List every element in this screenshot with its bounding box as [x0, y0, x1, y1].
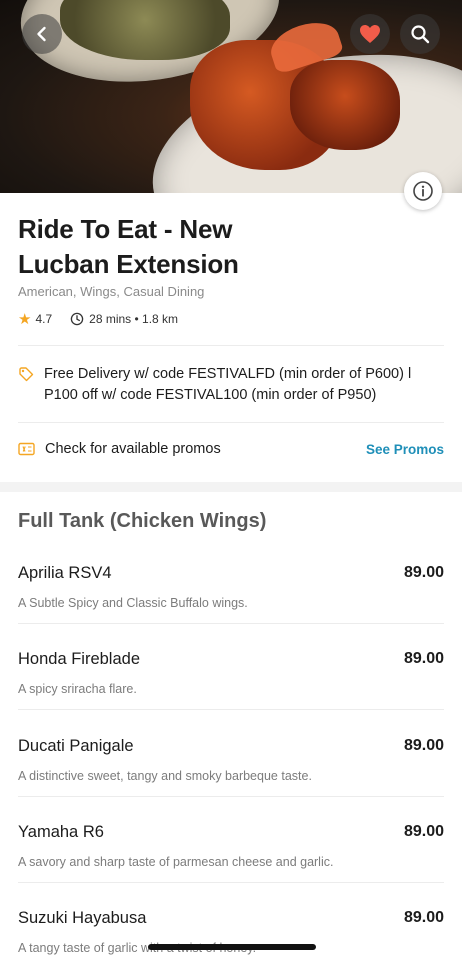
- menu-item-description: A spicy sriracha flare.: [18, 682, 137, 696]
- divider: [18, 882, 444, 883]
- restaurant-hero-image: [0, 0, 462, 193]
- menu-item-price: 89.00: [403, 564, 444, 581]
- search-icon: [411, 25, 430, 44]
- chevron-left-icon: [37, 26, 46, 42]
- menu-item[interactable]: Yamaha R6 89.00 A savory and sharp taste…: [18, 823, 444, 909]
- menu-item-name: Honda Fireblade: [18, 650, 140, 668]
- tag-icon: [19, 367, 34, 382]
- restaurant-name-line: Ride To Eat - New: [18, 214, 233, 244]
- clock-icon: [70, 312, 84, 326]
- heart-icon: [360, 25, 380, 43]
- divider: [18, 422, 444, 423]
- home-indicator[interactable]: [148, 944, 316, 950]
- menu-item-name: Aprilia RSV4: [18, 564, 112, 582]
- eta-distance: 28 mins • 1.8 km: [89, 312, 179, 326]
- info-icon: [413, 181, 433, 201]
- promo-offer-text: Free Delivery w/ code FESTIVALFD (min or…: [44, 364, 439, 406]
- rating-value: 4.7: [35, 312, 53, 326]
- search-button[interactable]: [400, 14, 440, 54]
- menu-item[interactable]: Honda Fireblade 89.00 A spicy sriracha f…: [18, 650, 444, 736]
- food-shape: [290, 60, 400, 150]
- menu-section-title: Full Tank (Chicken Wings): [18, 510, 267, 532]
- menu-item-name: Ducati Panigale: [18, 737, 134, 755]
- menu-item-price: 89.00: [403, 909, 444, 926]
- back-button[interactable]: [22, 14, 62, 54]
- promo-offer: Free Delivery w/ code FESTIVALFD (min or…: [18, 364, 439, 406]
- info-button[interactable]: [404, 172, 442, 210]
- restaurant-name: Ride To Eat - New Lucban Extension: [18, 212, 318, 282]
- menu-item-description: A savory and sharp taste of parmesan che…: [18, 855, 334, 869]
- menu-item[interactable]: Aprilia RSV4 89.00 A Subtle Spicy and Cl…: [18, 564, 444, 650]
- cuisine-tags: American, Wings, Casual Dining: [18, 284, 205, 299]
- divider: [18, 796, 444, 797]
- menu-item-price: 89.00: [403, 737, 444, 754]
- menu-item-price: 89.00: [403, 823, 444, 840]
- menu-item[interactable]: Suzuki Hayabusa 89.00 A tangy taste of g…: [18, 909, 444, 960]
- restaurant-name-line: Lucban Extension: [18, 249, 239, 279]
- voucher-icon: [18, 442, 35, 456]
- section-separator: [0, 482, 462, 492]
- divider: [18, 623, 444, 624]
- promo-offer-line: P100 off w/ code FESTIVAL100 (min order …: [44, 387, 377, 403]
- promo-offer-line: Free Delivery w/ code FESTIVALFD (min or…: [44, 366, 412, 382]
- menu-item-description: A Subtle Spicy and Classic Buffalo wings…: [18, 596, 248, 610]
- divider: [18, 709, 444, 710]
- menu-item-name: Suzuki Hayabusa: [18, 909, 147, 927]
- menu-item[interactable]: Ducati Panigale 89.00 A distinctive swee…: [18, 737, 444, 823]
- menu-item-name: Yamaha R6: [18, 823, 104, 841]
- divider: [18, 345, 444, 346]
- check-promos-row[interactable]: Check for available promos: [18, 441, 221, 457]
- menu-item-description: A distinctive sweet, tangy and smoky bar…: [18, 769, 312, 783]
- favorite-button[interactable]: [350, 14, 390, 54]
- see-promos-link[interactable]: See Promos: [366, 442, 444, 457]
- restaurant-meta: ★ 4.7 28 mins • 1.8 km: [18, 310, 178, 328]
- check-promos-label: Check for available promos: [45, 441, 221, 457]
- star-icon: ★: [18, 311, 32, 328]
- menu-item-price: 89.00: [403, 650, 444, 667]
